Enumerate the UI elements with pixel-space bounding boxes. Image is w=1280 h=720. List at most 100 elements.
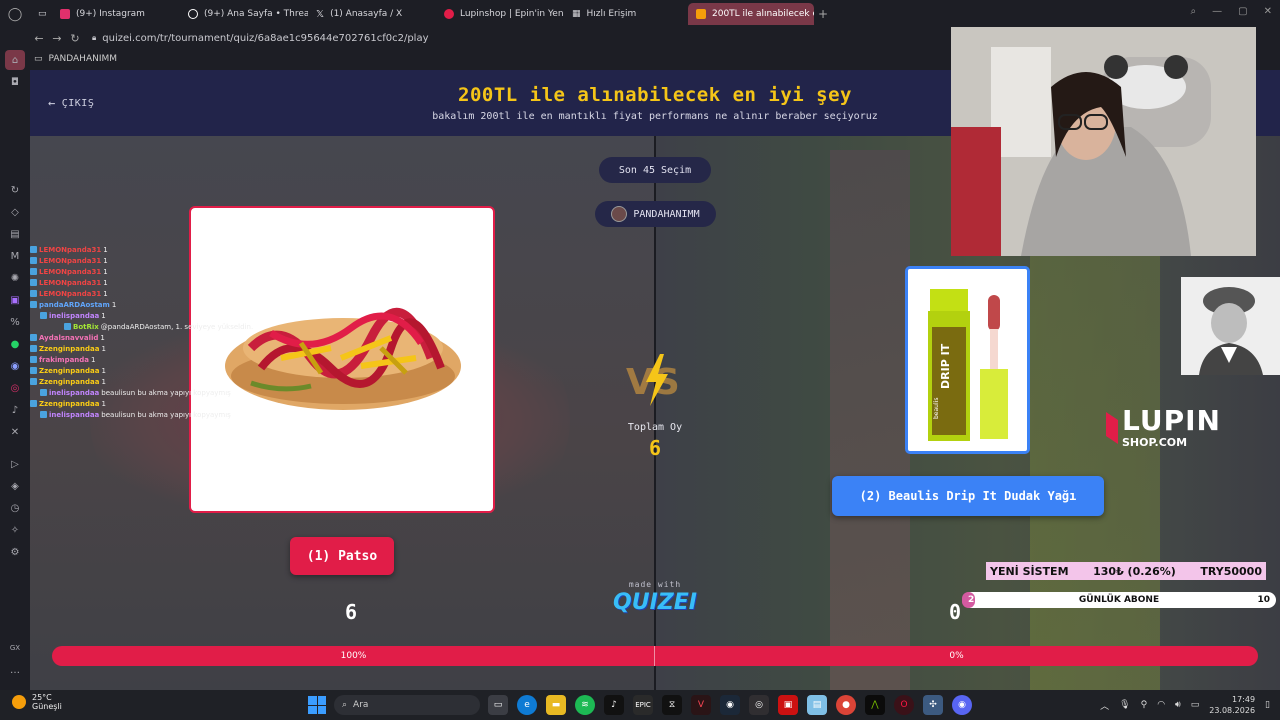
steam-icon[interactable]: ◉	[720, 695, 740, 715]
task-view-icon[interactable]: ▭	[488, 695, 508, 715]
bag-icon[interactable]: ◇	[5, 202, 25, 222]
chat-username: LEMONpanda31	[39, 245, 102, 254]
chat-text: beaulisun bu akma yapıyı kopyaymış	[101, 388, 231, 397]
x-icon[interactable]: ✕	[5, 422, 25, 442]
taskbar-search[interactable]: ⌕ Ara	[334, 695, 480, 715]
wifi-icon[interactable]: ◠	[1157, 700, 1165, 710]
tiktok-icon[interactable]: ♪	[5, 400, 25, 420]
chat-badge-icon	[30, 257, 37, 264]
url-field[interactable]: 🔒︎ quizei.com/tr/tournament/quiz/6a8ae1c…	[92, 33, 429, 44]
network-app-icon[interactable]: ✣	[923, 695, 943, 715]
notification-icon[interactable]: ▯	[1265, 700, 1270, 710]
tab-instagram[interactable]: (9+) Instagram	[52, 3, 180, 25]
chat-text: 1	[100, 333, 105, 342]
last-choices-badge[interactable]: Son 45 Seçim	[599, 157, 711, 183]
instagram-icon[interactable]: ◎	[5, 378, 25, 398]
portrait-image	[1181, 277, 1280, 375]
minimize-icon[interactable]: —	[1212, 6, 1222, 17]
window-controls: ⌕ — ▢ ✕	[1191, 6, 1272, 17]
cube-icon[interactable]: ◈	[5, 476, 25, 496]
settings-icon[interactable]: ⚙	[5, 542, 25, 562]
notepad-icon[interactable]: ▤	[807, 695, 827, 715]
discord-icon[interactable]: ◉	[952, 695, 972, 715]
start-button[interactable]	[308, 696, 326, 714]
nvidia-icon[interactable]: ⋀	[865, 695, 885, 715]
close-icon[interactable]: ✕	[1264, 6, 1272, 17]
more-icon[interactable]: …	[5, 660, 25, 680]
file-explorer-icon[interactable]: ▬	[546, 695, 566, 715]
tab-label: (1) Anasayfa / X	[330, 9, 403, 19]
quizei-logo[interactable]: QUIZEI	[605, 590, 705, 615]
battery-icon[interactable]: ▭	[1191, 700, 1200, 710]
mic-icon[interactable]: 🎙︎	[1119, 700, 1130, 710]
whatsapp-icon[interactable]: ●	[5, 334, 25, 354]
valorant-icon[interactable]: V	[691, 695, 711, 715]
reload-icon[interactable]: ↻	[66, 32, 84, 45]
tiktok-icon[interactable]: ♪	[604, 695, 624, 715]
chat-text: 1	[103, 278, 108, 287]
epic-games-icon[interactable]: EPIC	[633, 695, 653, 715]
edge-icon[interactable]: e	[517, 695, 537, 715]
lupin-subtitle: SHOP.COM	[1122, 436, 1188, 449]
spotify-icon[interactable]: ≋	[575, 695, 595, 715]
play-icon[interactable]: ▷	[5, 454, 25, 474]
chat-badge-icon	[30, 378, 37, 385]
option-button-right[interactable]: (2) Beaulis Drip It Dudak Yağı	[832, 476, 1104, 516]
clock-icon[interactable]: ◷	[5, 498, 25, 518]
gx-icon[interactable]: GX	[5, 638, 25, 658]
chat-text: @pandaARDAostam, 1. seviyeye yükseldin.	[100, 322, 254, 331]
back-icon[interactable]: ←	[30, 32, 48, 45]
gamepad-icon[interactable]: ◘	[5, 72, 25, 92]
weather-widget[interactable]: 25°C Güneşli	[12, 693, 62, 711]
chat-message: inelispandaa beaulisun bu akma yapıyı kop…	[30, 387, 280, 398]
clock[interactable]: 17:49 23.08.2026	[1209, 694, 1255, 716]
forward-icon[interactable]: →	[48, 32, 66, 45]
browser-logo-icon[interactable]: ◯	[0, 0, 30, 28]
weather-condition: Güneşli	[32, 702, 62, 711]
tab-menu[interactable]: ▭	[30, 3, 52, 25]
discord-icon[interactable]: ◉	[5, 356, 25, 376]
search-tabs-icon[interactable]: ⌕	[1191, 6, 1197, 17]
threads-icon	[188, 9, 198, 19]
tab-lupinshop[interactable]: Lupinshop | Epin'in Yeni Me	[436, 3, 564, 25]
home-icon[interactable]: ⌂	[5, 50, 25, 70]
chrome-icon[interactable]: ●	[836, 695, 856, 715]
new-tab-button[interactable]: +	[818, 7, 828, 21]
option-card-right[interactable]: DRIP IT beaulis	[905, 266, 1030, 454]
percent-icon[interactable]: %	[5, 312, 25, 332]
chatgpt-icon[interactable]: ✺	[5, 268, 25, 288]
chat-badge-icon	[64, 323, 71, 330]
chat-text: 1	[103, 267, 108, 276]
maximize-icon[interactable]: ▢	[1238, 6, 1247, 17]
usb-icon[interactable]: ⚲	[1141, 700, 1148, 710]
twitch-icon[interactable]: ▣	[5, 290, 25, 310]
volume-icon[interactable]: 🔊︎	[1175, 700, 1181, 710]
option-button-left[interactable]: (1) Patso	[290, 537, 394, 575]
notes-icon[interactable]: ▤	[5, 224, 25, 244]
chat-message: LEMONpanda31 1	[30, 288, 280, 299]
chevron-up-icon[interactable]: ︿	[1100, 699, 1109, 712]
m-icon[interactable]: M	[5, 246, 25, 266]
sub-goal-target: 10	[1257, 595, 1270, 605]
history-icon[interactable]: ↻	[5, 180, 25, 200]
obs-icon[interactable]: ◎	[749, 695, 769, 715]
bookmark-item[interactable]: PANDAHANIMM	[49, 54, 118, 64]
tab-quick-access[interactable]: ▦ Hızlı Erişim	[564, 3, 688, 25]
capcut-icon[interactable]: ⧖	[662, 695, 682, 715]
tab-quiz[interactable]: 200TL ile alınabilecek en iy	[688, 3, 814, 25]
chat-badge-icon	[40, 411, 47, 418]
chat-username: Aydalsnavvalid	[39, 333, 99, 342]
search-icon: ⌕	[342, 700, 348, 710]
streamlabs-icon[interactable]: ▣	[778, 695, 798, 715]
made-with-label: made with	[628, 580, 682, 589]
puzzle-icon[interactable]: ✧	[5, 520, 25, 540]
tab-threads[interactable]: (9+) Ana Sayfa • Threads	[180, 3, 308, 25]
sun-icon	[12, 695, 26, 709]
chat-message: LEMONpanda31 1	[30, 266, 280, 277]
left-vote-count: 6	[345, 600, 358, 624]
chat-text: beaulisun bu akma yapıyı kopyaymış	[101, 410, 231, 419]
tab-x[interactable]: 𝕏 (1) Anasayfa / X	[308, 3, 436, 25]
opera-gx-icon[interactable]: O	[894, 695, 914, 715]
lupin-icon	[444, 9, 454, 19]
chat-username: inelispandaa	[49, 311, 100, 320]
